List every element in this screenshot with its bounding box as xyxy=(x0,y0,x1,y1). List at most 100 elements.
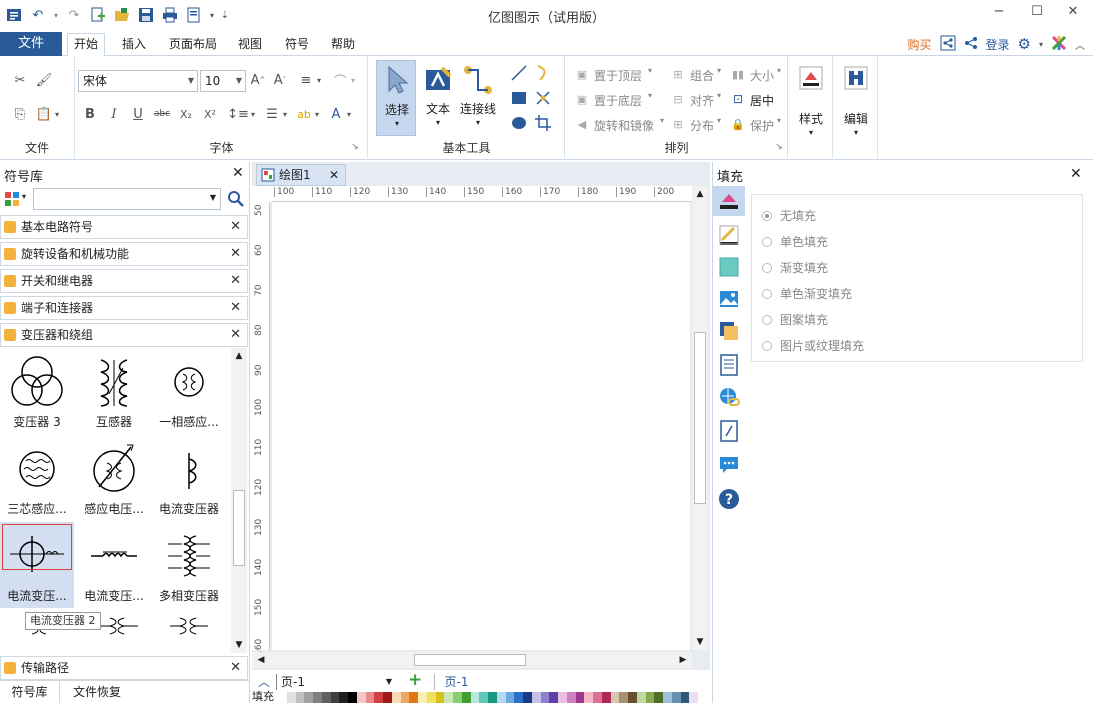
canvas-hscroll-thumb[interactable] xyxy=(414,654,526,666)
distribute-icon[interactable]: ⊞ xyxy=(668,114,688,134)
scroll-up-icon[interactable]: ▲ xyxy=(231,348,247,364)
drawing-page[interactable] xyxy=(272,202,690,650)
highlight-icon[interactable]: ab xyxy=(294,104,314,124)
search-icon[interactable] xyxy=(227,190,245,208)
bullets-icon[interactable]: ☰ xyxy=(262,104,282,124)
library-scrollbar[interactable]: ▲ ▼ xyxy=(231,348,247,653)
palette-swatch[interactable] xyxy=(330,692,340,703)
rotate-mirror-label[interactable]: 旋转和镜像 xyxy=(594,117,654,134)
palette-swatch[interactable] xyxy=(636,692,646,703)
symbol-current-transformer[interactable]: 电流变压器 xyxy=(152,435,226,521)
symbol-polyphase-transformer[interactable]: 多相变压器 xyxy=(152,522,226,608)
palette-swatch[interactable] xyxy=(610,692,620,703)
line-spacing-icon[interactable]: ↕≡ xyxy=(227,104,249,124)
tab-view[interactable]: 视图 xyxy=(232,34,268,56)
library-section-transmission[interactable]: 传输路径 ✕ xyxy=(0,656,248,680)
palette-swatch[interactable] xyxy=(663,692,672,703)
palette-swatch[interactable] xyxy=(391,692,401,703)
subscript-icon[interactable]: X₂ xyxy=(176,104,196,124)
scroll-up-icon[interactable]: ▲ xyxy=(692,186,708,202)
tab-insert[interactable]: 插入 xyxy=(116,34,152,56)
align-dropdown-icon[interactable]: ▾ xyxy=(314,70,324,90)
close-section-icon[interactable]: ✕ xyxy=(230,657,241,679)
palette-swatch[interactable] xyxy=(645,692,655,703)
layers-icon[interactable] xyxy=(718,320,740,342)
cut-icon[interactable]: ✂ xyxy=(10,70,30,90)
font-color-dropdown-icon[interactable]: ▾ xyxy=(344,104,354,124)
rotate-mirror-icon[interactable]: ◀ xyxy=(572,114,592,134)
library-search-input[interactable]: ▼ xyxy=(33,188,221,210)
tab-help[interactable]: 帮助 xyxy=(325,34,361,56)
center-label[interactable]: 居中 xyxy=(750,92,774,109)
hyperlink-globe-icon[interactable] xyxy=(718,386,740,408)
palette-swatch[interactable] xyxy=(374,692,383,703)
close-tab-icon[interactable]: ✕ xyxy=(329,165,339,185)
palette-swatch[interactable] xyxy=(444,692,453,703)
palette-swatch[interactable] xyxy=(549,692,558,703)
palette-swatch[interactable] xyxy=(313,692,322,703)
highlight-dropdown-icon[interactable]: ▾ xyxy=(312,104,322,124)
palette-swatch[interactable] xyxy=(409,692,418,703)
canvas-horizontal-scrollbar[interactable]: ◀ ▶ xyxy=(252,652,692,668)
group-shapes-label[interactable]: 组合 xyxy=(690,67,714,84)
grow-font-icon[interactable]: A ^ xyxy=(248,70,268,90)
font-size-select[interactable]: 10 ▼ xyxy=(200,70,246,92)
palette-swatch[interactable] xyxy=(496,692,506,703)
palette-swatch[interactable] xyxy=(418,692,427,703)
palette-swatch[interactable] xyxy=(531,692,541,703)
bring-front-label[interactable]: 置于顶层 xyxy=(594,67,642,84)
group-shapes-icon[interactable]: ⊞ xyxy=(668,64,688,84)
scroll-down-icon[interactable]: ▼ xyxy=(231,637,247,653)
select-tool-button[interactable]: 选择 ▾ xyxy=(376,60,416,136)
palette-swatch[interactable] xyxy=(304,692,313,703)
buy-link[interactable]: 购买 xyxy=(908,36,932,53)
palette-swatch[interactable] xyxy=(435,692,445,703)
symbol-three-core-inductor[interactable]: 三芯感应... xyxy=(0,435,74,521)
tab-home[interactable]: 开始 xyxy=(67,33,106,57)
palette-swatch[interactable] xyxy=(593,692,602,703)
font-color-icon[interactable]: A xyxy=(326,104,346,124)
send-back-icon[interactable]: ▣ xyxy=(572,89,592,109)
send-back-label[interactable]: 置于底层 xyxy=(594,92,642,109)
close-library-icon[interactable]: ✕ xyxy=(232,165,244,181)
palette-swatch[interactable] xyxy=(426,692,436,703)
palette-swatch[interactable] xyxy=(383,692,392,703)
close-section-icon[interactable]: ✕ xyxy=(230,270,241,292)
line-spacing-dropdown-icon[interactable]: ▾ xyxy=(248,104,258,124)
fill-option-pattern[interactable]: 图案填充 xyxy=(762,311,828,328)
comment-icon[interactable] xyxy=(718,454,740,476)
fill-option-none[interactable]: 无填充 xyxy=(762,207,816,224)
page-tab[interactable]: 页-1 xyxy=(434,674,478,690)
library-section-transformers[interactable]: 变压器和绕组 ✕ xyxy=(0,323,248,347)
italic-icon[interactable]: I xyxy=(104,104,124,124)
superscript-icon[interactable]: X² xyxy=(200,104,220,124)
palette-swatch[interactable] xyxy=(558,692,567,703)
palette-swatch[interactable] xyxy=(453,692,462,703)
insert-image-icon[interactable] xyxy=(718,288,740,310)
curve-dropdown-icon[interactable]: ▾ xyxy=(348,70,358,90)
crop-tool-icon[interactable] xyxy=(534,114,552,132)
align-shapes-label[interactable]: 对齐 xyxy=(690,92,714,109)
close-section-icon[interactable]: ✕ xyxy=(230,297,241,319)
scroll-right-icon[interactable]: ▶ xyxy=(676,652,690,668)
canvas-vscroll-thumb[interactable] xyxy=(694,332,706,504)
palette-swatch[interactable] xyxy=(540,692,550,703)
arc-tool-icon[interactable] xyxy=(534,64,552,82)
palette-swatch[interactable] xyxy=(523,692,532,703)
paste-dropdown-icon[interactable]: ▾ xyxy=(52,104,62,124)
ellipse-tool-icon[interactable] xyxy=(510,114,528,132)
tab-symbols[interactable]: 符号 xyxy=(279,34,315,56)
fill-option-gradient[interactable]: 渐变填充 xyxy=(762,259,828,276)
page-properties-icon[interactable] xyxy=(718,354,740,376)
social-share-icon[interactable] xyxy=(964,36,978,53)
minimize-button[interactable]: − xyxy=(984,4,1014,24)
library-section-terminals[interactable]: 端子和连接器 ✕ xyxy=(0,296,248,320)
palette-swatch[interactable] xyxy=(575,692,585,703)
font-name-select[interactable]: 宋体 ▼ xyxy=(78,70,198,92)
palette-swatch[interactable] xyxy=(356,692,366,703)
curve-text-icon[interactable]: ⌒ xyxy=(330,70,350,90)
library-section-basic-circuit[interactable]: 基本电路符号 ✕ xyxy=(0,215,248,239)
paste-icon[interactable]: 📋 xyxy=(34,104,54,124)
palette-swatch[interactable] xyxy=(339,692,348,703)
palette-swatch[interactable] xyxy=(400,692,410,703)
